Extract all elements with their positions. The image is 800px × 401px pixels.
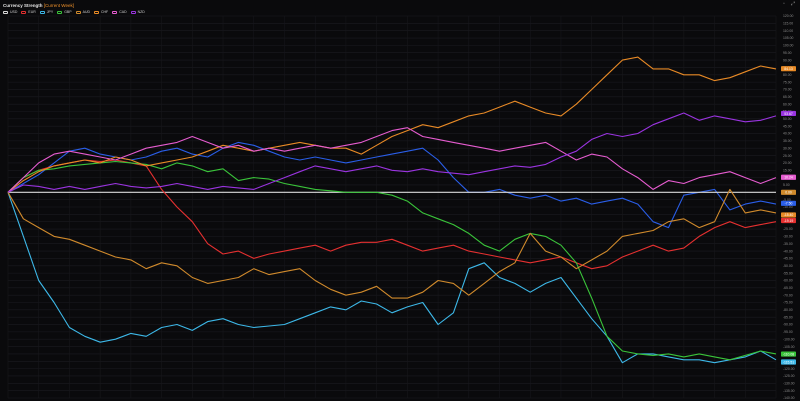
y-tick-label: -75.00 [783,301,793,305]
y-tick-label: 20.00 [783,161,792,165]
y-tick-label: 30.00 [783,146,792,150]
y-tick-label: 15.00 [783,168,792,172]
end-value-tag-text: -7.50 [785,202,793,206]
y-tick-label: 45.00 [783,124,792,128]
y-tick-label: -125.00 [783,374,795,378]
y-tick-label: -135.00 [783,389,795,393]
y-tick-label: 115.00 [783,22,793,26]
y-tick-label: 60.00 [783,102,792,106]
y-tick-label: 70.00 [783,88,792,92]
end-value-tag: 53.67 [781,110,796,117]
y-tick-label: -80.00 [783,308,793,312]
y-tick-label: 90.00 [783,58,792,62]
y-tick-label: 40.00 [783,132,792,136]
series-line-chf [7,56,777,193]
y-tick-label: -70.00 [783,293,793,297]
series-line-cad [7,127,777,193]
end-value-tag-text: 84.13 [784,67,793,71]
y-tick-label: 35.00 [783,139,792,143]
y-tick-label: 100.00 [783,44,793,48]
y-tick-label: -130.00 [783,382,795,386]
end-value-tag-text: -110.08 [783,352,794,356]
end-value-tag: -7.50 [781,200,796,206]
y-tick-label: -50.00 [783,264,793,268]
end-value-tag-text: 0.00 [785,191,792,195]
end-value-tag-text: -15.40 [784,213,794,217]
y-tick-label: 105.00 [783,36,793,40]
y-tick-label: 5.00 [783,183,790,187]
series-line-nzd [7,112,777,193]
y-tick-label: -25.00 [783,227,793,231]
y-tick-label: 75.00 [783,80,792,84]
y-tick-label: -140.00 [783,396,795,400]
end-value-tag: 10.24 [781,174,796,180]
y-tick-label: -35.00 [783,242,793,246]
end-value-tag-text: -115.51 [783,360,794,364]
end-value-tag: 0.00 [781,189,796,195]
end-value-tag: -115.51 [781,359,796,365]
end-value-tag-text: -19.19 [784,219,794,223]
y-tick-label: -55.00 [783,271,793,275]
y-tick-label: -120.00 [783,367,795,371]
end-value-tag-text: 10.24 [784,176,793,180]
y-tick-label: -105.00 [783,345,795,349]
y-tick-label: -100.00 [783,337,795,341]
y-tick-label: -95.00 [783,330,793,334]
y-tick-label: -85.00 [783,315,793,319]
end-value-tag-text: 53.67 [784,112,793,116]
y-tick-label: -60.00 [783,279,793,283]
end-value-tag: 84.13 [781,66,796,72]
y-tick-label: 25.00 [783,154,792,158]
y-tick-label: 110.00 [783,29,793,33]
y-tick-label: -40.00 [783,249,793,253]
y-tick-label: 120.00 [783,14,793,18]
y-tick-label: 95.00 [783,51,792,55]
y-tick-label: 80.00 [783,73,792,77]
end-value-tag: -15.40 [781,212,796,218]
currency-strength-chart: 120.00 115.00 110.00 105.00 100.00 95.00 90.00… [7,14,796,400]
y-tick-label: 65.00 [783,95,792,99]
end-value-tag: -110.08 [781,351,796,357]
y-tick-label: -65.00 [783,286,793,290]
series-line-jpy [7,192,777,364]
series-line-gbp [7,160,777,361]
y-tick-label: -30.00 [783,235,793,239]
y-tick-label: 50.00 [783,117,792,121]
y-tick-label: -90.00 [783,323,793,327]
y-tick-label: -45.00 [783,257,793,261]
end-value-tag: -19.19 [781,217,796,224]
